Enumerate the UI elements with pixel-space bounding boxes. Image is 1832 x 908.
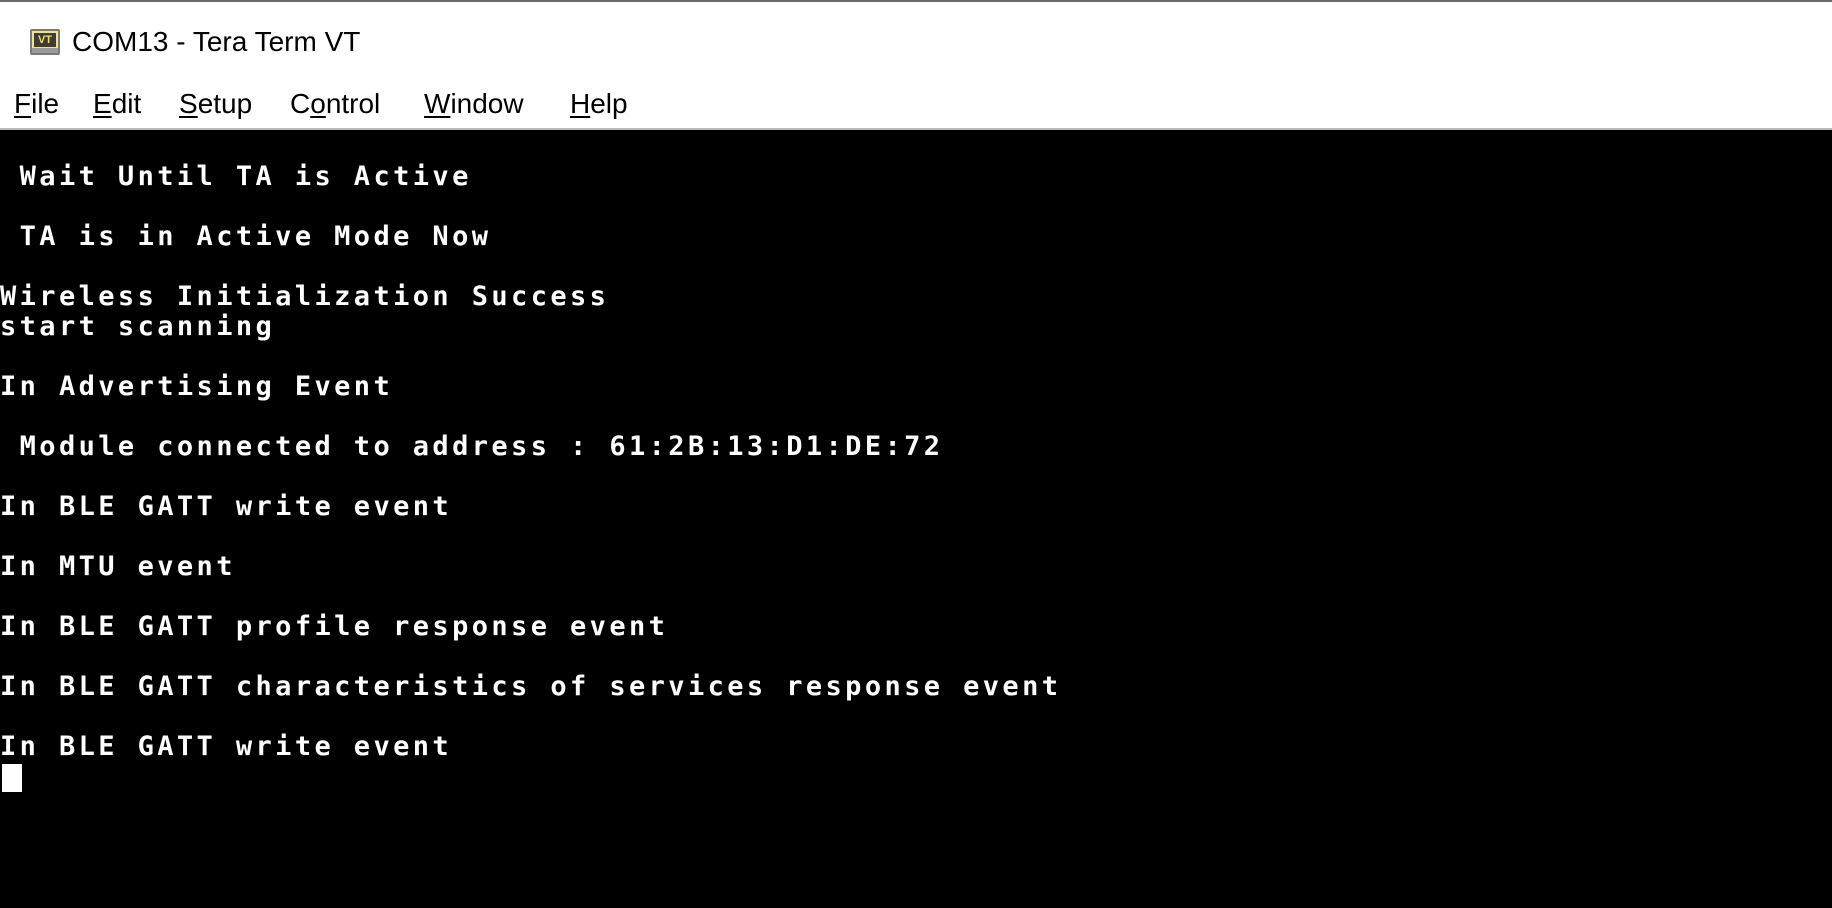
menu-edit[interactable]: Edit <box>93 84 141 124</box>
menu-window[interactable]: Window <box>424 84 524 124</box>
terminal-line: TA is in Active Mode Now <box>0 221 492 252</box>
terminal-line: In MTU event <box>0 551 236 582</box>
terminal-line: In BLE GATT write event <box>0 731 453 762</box>
terminal-line: Wireless Initialization Success <box>0 281 610 312</box>
menu-setup[interactable]: Setup <box>179 84 252 124</box>
terminal-screen[interactable]: Wait Until TA is Active TA is in Active … <box>0 130 1832 908</box>
terminal-line: In Advertising Event <box>0 371 394 402</box>
menu-bar: File Edit Setup Control Window Help <box>0 82 1832 130</box>
menu-file[interactable]: File <box>14 84 59 124</box>
menu-control[interactable]: Control <box>290 84 380 124</box>
menu-help[interactable]: Help <box>570 84 628 124</box>
terminal-line: Module connected to address : 61:2B:13:D… <box>0 431 944 462</box>
terminal-line: start scanning <box>0 311 276 342</box>
terminal-line: In BLE GATT characteristics of services … <box>0 671 1062 702</box>
title-bar[interactable]: VT COM13 - Tera Term VT <box>0 0 1832 82</box>
vt-terminal-icon[interactable]: VT <box>30 29 60 55</box>
tera-term-window: VT COM13 - Tera Term VT File Edit Setup … <box>0 0 1832 908</box>
window-title: COM13 - Tera Term VT <box>72 26 361 57</box>
text-cursor <box>2 764 22 792</box>
vt-icon-label: VT <box>34 33 56 47</box>
terminal-line: In BLE GATT write event <box>0 491 453 522</box>
terminal-line: In BLE GATT profile response event <box>0 611 669 642</box>
terminal-line: Wait Until TA is Active <box>0 161 472 192</box>
